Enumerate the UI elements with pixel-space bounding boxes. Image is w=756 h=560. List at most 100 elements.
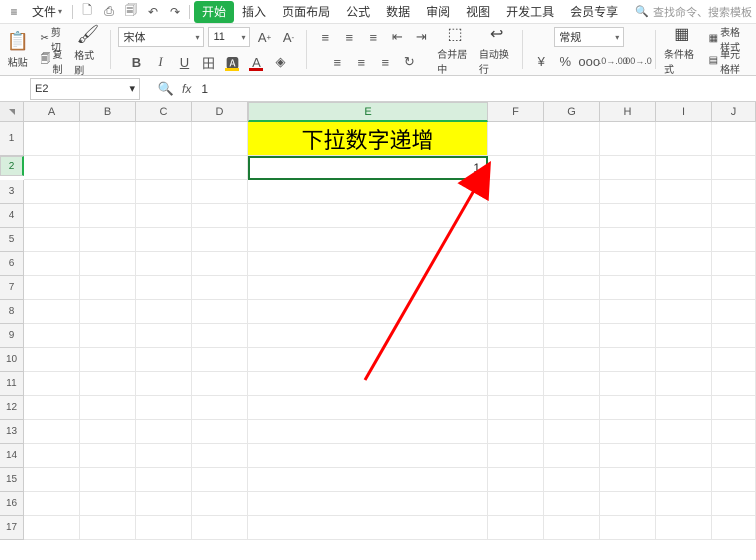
cell-I17[interactable] [656, 516, 712, 540]
cell-B5[interactable] [80, 228, 136, 252]
cell-I5[interactable] [656, 228, 712, 252]
cell-D5[interactable] [192, 228, 248, 252]
cell-D6[interactable] [192, 252, 248, 276]
cell-A11[interactable] [24, 372, 80, 396]
cell-I1[interactable] [656, 122, 712, 156]
font-color-button[interactable]: A [246, 52, 266, 72]
cell-G13[interactable] [544, 420, 600, 444]
print-preview-icon[interactable]: 🗐 [121, 2, 141, 22]
cell-F5[interactable] [488, 228, 544, 252]
cell-H16[interactable] [600, 492, 656, 516]
cell-F13[interactable] [488, 420, 544, 444]
increase-decimal-button[interactable]: .0→.00 [603, 51, 623, 71]
cell-D11[interactable] [192, 372, 248, 396]
menu-icon[interactable]: ≡ [4, 2, 24, 22]
align-center-button[interactable]: ≡ [351, 52, 371, 72]
cell-E8[interactable] [248, 300, 488, 324]
col-header-B[interactable]: B [80, 102, 136, 122]
row-header-14[interactable]: 14 [0, 444, 24, 468]
col-header-E[interactable]: E [248, 102, 488, 122]
cell-G5[interactable] [544, 228, 600, 252]
cell-A4[interactable] [24, 204, 80, 228]
cell-E15[interactable] [248, 468, 488, 492]
col-header-J[interactable]: J [712, 102, 756, 122]
cell-J6[interactable] [712, 252, 756, 276]
cell-E6[interactable] [248, 252, 488, 276]
cell-E2[interactable]: 1 [248, 156, 488, 180]
orientation-button[interactable]: ↻ [399, 52, 419, 72]
cell-G15[interactable] [544, 468, 600, 492]
cell-C3[interactable] [136, 180, 192, 204]
cell-F6[interactable] [488, 252, 544, 276]
cell-G1[interactable] [544, 122, 600, 156]
cell-D15[interactable] [192, 468, 248, 492]
cell-G14[interactable] [544, 444, 600, 468]
cell-F2[interactable] [488, 156, 544, 180]
row-header-13[interactable]: 13 [0, 420, 24, 444]
cell-C10[interactable] [136, 348, 192, 372]
redo-icon[interactable]: ↷ [165, 2, 185, 22]
tab-插入[interactable]: 插入 [234, 1, 274, 23]
cell-D17[interactable] [192, 516, 248, 540]
cell-A8[interactable] [24, 300, 80, 324]
print-icon[interactable]: ⎙ [99, 2, 119, 22]
search-box[interactable]: 🔍 查找命令、搜索模板 [635, 4, 752, 20]
cond-format-button[interactable]: ▦ 条件格式 [664, 26, 700, 74]
cell-I14[interactable] [656, 444, 712, 468]
cell-D7[interactable] [192, 276, 248, 300]
row-header-7[interactable]: 7 [0, 276, 24, 300]
phonetic-button[interactable]: ◈ [270, 52, 290, 72]
cell-B8[interactable] [80, 300, 136, 324]
cell-B7[interactable] [80, 276, 136, 300]
row-header-5[interactable]: 5 [0, 228, 24, 252]
formula-input[interactable] [197, 78, 756, 100]
cell-J7[interactable] [712, 276, 756, 300]
cell-F8[interactable] [488, 300, 544, 324]
cell-C14[interactable] [136, 444, 192, 468]
cell-G8[interactable] [544, 300, 600, 324]
cell-G11[interactable] [544, 372, 600, 396]
row-header-11[interactable]: 11 [0, 372, 24, 396]
cell-B2[interactable] [80, 156, 136, 180]
comma-button[interactable]: ооо [579, 51, 599, 71]
cell-G3[interactable] [544, 180, 600, 204]
align-left-button[interactable]: ≡ [327, 52, 347, 72]
cell-F15[interactable] [488, 468, 544, 492]
tab-数据[interactable]: 数据 [378, 1, 418, 23]
cell-G7[interactable] [544, 276, 600, 300]
cell-A2[interactable] [24, 156, 80, 180]
cell-B16[interactable] [80, 492, 136, 516]
cell-H4[interactable] [600, 204, 656, 228]
cell-F12[interactable] [488, 396, 544, 420]
cell-H15[interactable] [600, 468, 656, 492]
cell-C4[interactable] [136, 204, 192, 228]
cell-C8[interactable] [136, 300, 192, 324]
cell-J13[interactable] [712, 420, 756, 444]
cell-E17[interactable] [248, 516, 488, 540]
row-header-3[interactable]: 3 [0, 180, 24, 204]
cell-C7[interactable] [136, 276, 192, 300]
cell-D13[interactable] [192, 420, 248, 444]
cell-C11[interactable] [136, 372, 192, 396]
cell-I12[interactable] [656, 396, 712, 420]
cell-H12[interactable] [600, 396, 656, 420]
cell-A6[interactable] [24, 252, 80, 276]
row-header-4[interactable]: 4 [0, 204, 24, 228]
cell-E4[interactable] [248, 204, 488, 228]
cell-G2[interactable] [544, 156, 600, 180]
zoom-icon[interactable]: 🔍 [156, 79, 176, 99]
cell-I7[interactable] [656, 276, 712, 300]
cell-F11[interactable] [488, 372, 544, 396]
cell-C15[interactable] [136, 468, 192, 492]
cell-F16[interactable] [488, 492, 544, 516]
cell-H2[interactable] [600, 156, 656, 180]
row-header-16[interactable]: 16 [0, 492, 24, 516]
cell-E13[interactable] [248, 420, 488, 444]
cell-I15[interactable] [656, 468, 712, 492]
cell-B1[interactable] [80, 122, 136, 156]
cell-I16[interactable] [656, 492, 712, 516]
cell-A12[interactable] [24, 396, 80, 420]
tab-开发工具[interactable]: 开发工具 [498, 1, 562, 23]
tab-审阅[interactable]: 审阅 [418, 1, 458, 23]
cell-E9[interactable] [248, 324, 488, 348]
